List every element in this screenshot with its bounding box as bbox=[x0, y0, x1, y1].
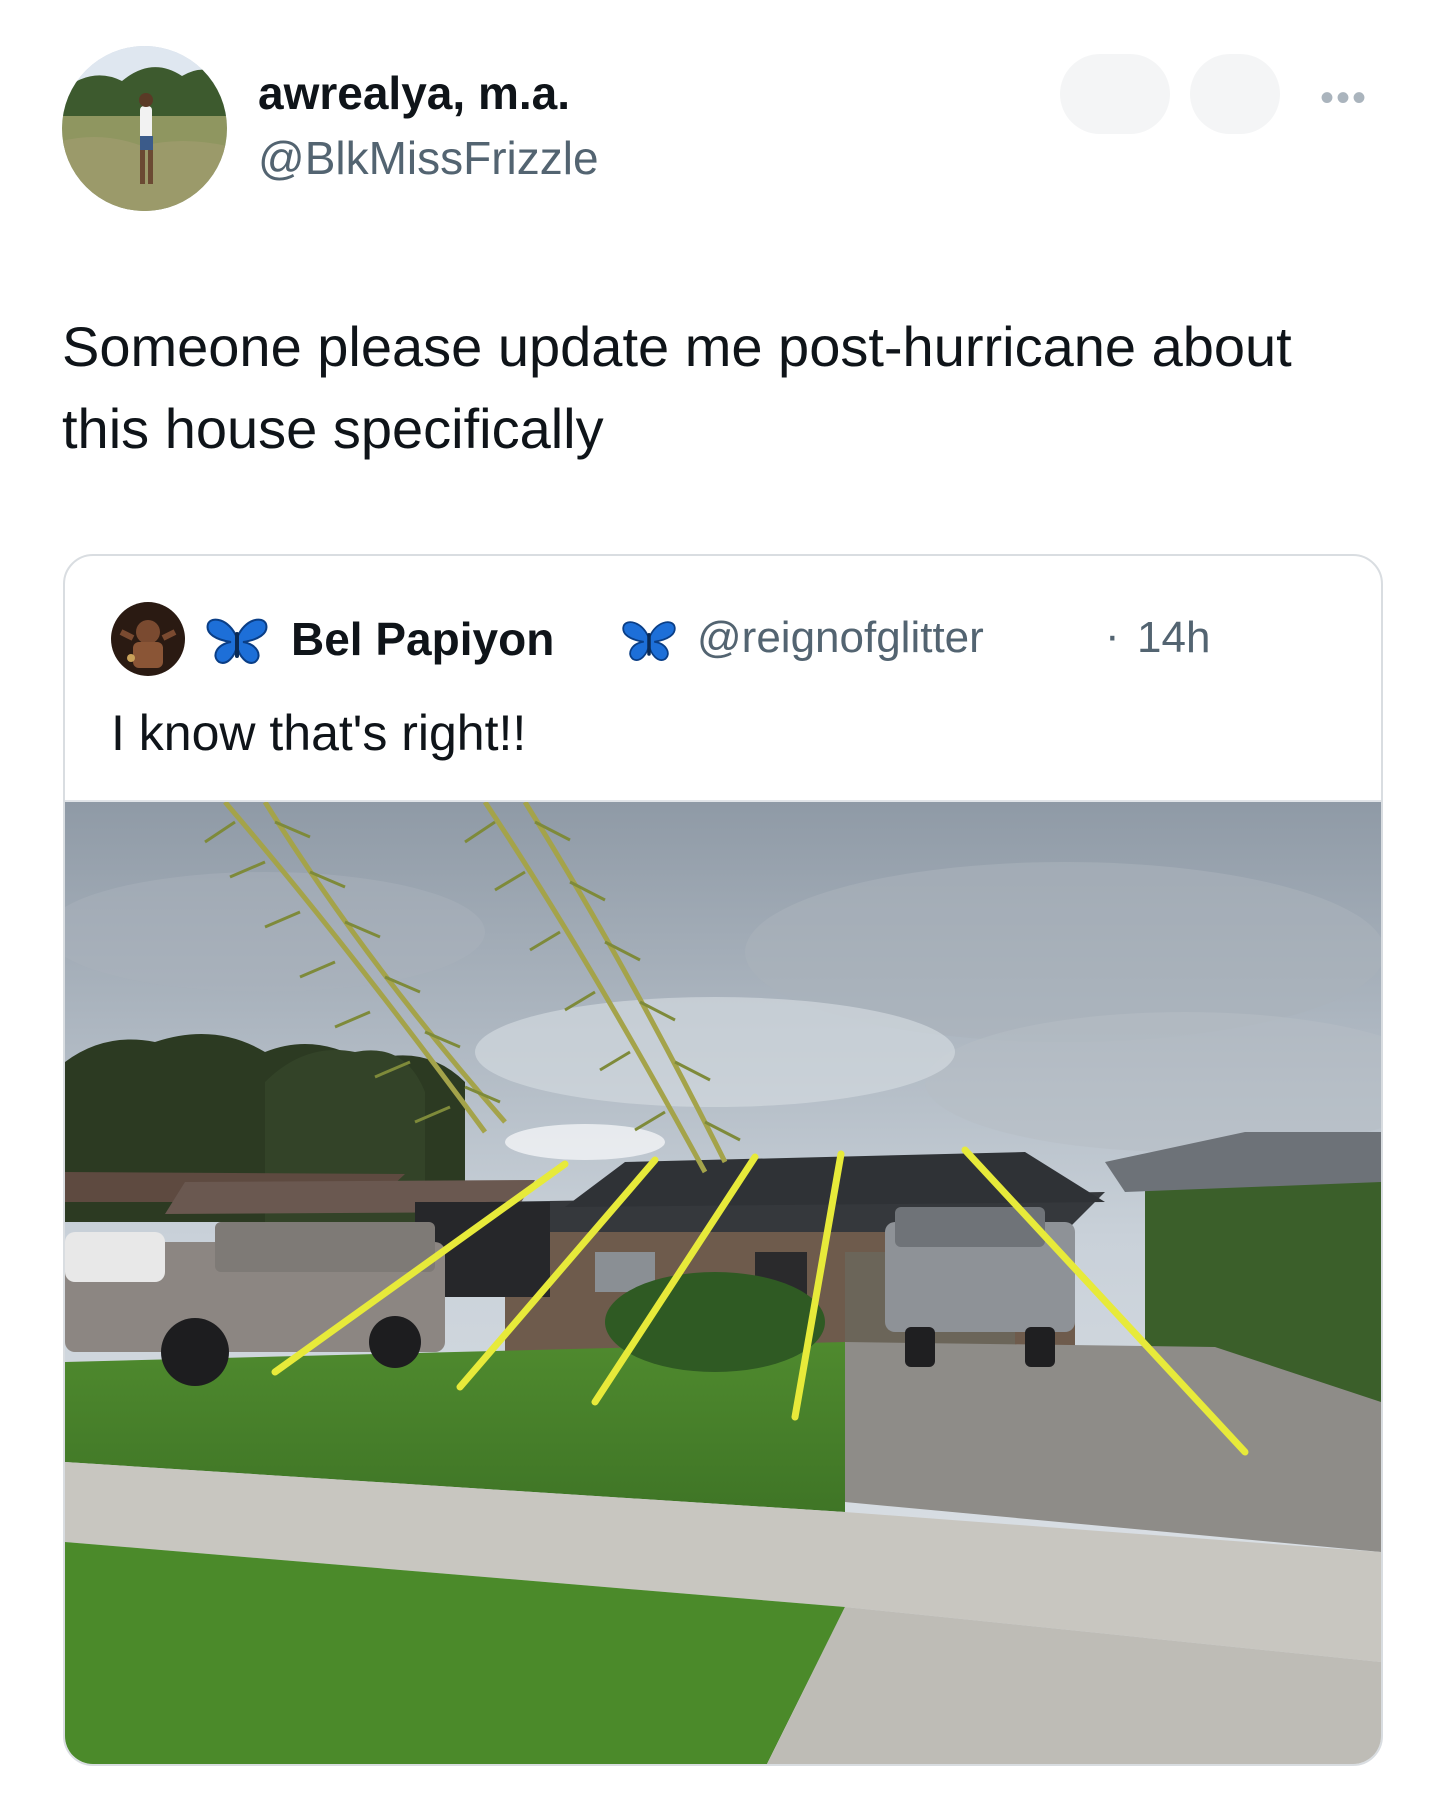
blurred-overlay bbox=[1060, 54, 1170, 134]
author-avatar[interactable] bbox=[62, 46, 227, 211]
quoted-display-name[interactable]: Bel Papiyon bbox=[291, 616, 554, 662]
more-options-button[interactable]: ••• bbox=[1320, 78, 1368, 118]
tweet-text: Someone please update me post-hurricane … bbox=[62, 315, 1292, 460]
meta-separator: · bbox=[1105, 611, 1120, 660]
author-avatar-image bbox=[62, 46, 227, 211]
more-horizontal-icon: ••• bbox=[1320, 76, 1369, 120]
blue-butterfly-icon bbox=[622, 621, 676, 661]
quoted-avatar-image bbox=[111, 602, 185, 676]
blurred-overlay bbox=[1190, 54, 1280, 134]
quoted-timestamp[interactable]: 14h bbox=[1137, 616, 1210, 660]
quoted-tweet-photo[interactable] bbox=[65, 800, 1381, 1764]
quoted-tweet-text: I know that's right!! bbox=[111, 705, 527, 761]
blue-butterfly-icon bbox=[206, 618, 268, 664]
quoted-author-avatar[interactable] bbox=[111, 602, 185, 676]
house-photo bbox=[65, 800, 1381, 1764]
quoted-handle[interactable]: @reignofglitter bbox=[697, 616, 984, 660]
author-display-name[interactable]: awrealya, m.a. bbox=[258, 70, 570, 116]
quoted-tweet-card[interactable]: Bel Papiyon @reignofglitter · 14h I know… bbox=[63, 554, 1383, 1766]
author-handle[interactable]: @BlkMissFrizzle bbox=[258, 135, 599, 181]
